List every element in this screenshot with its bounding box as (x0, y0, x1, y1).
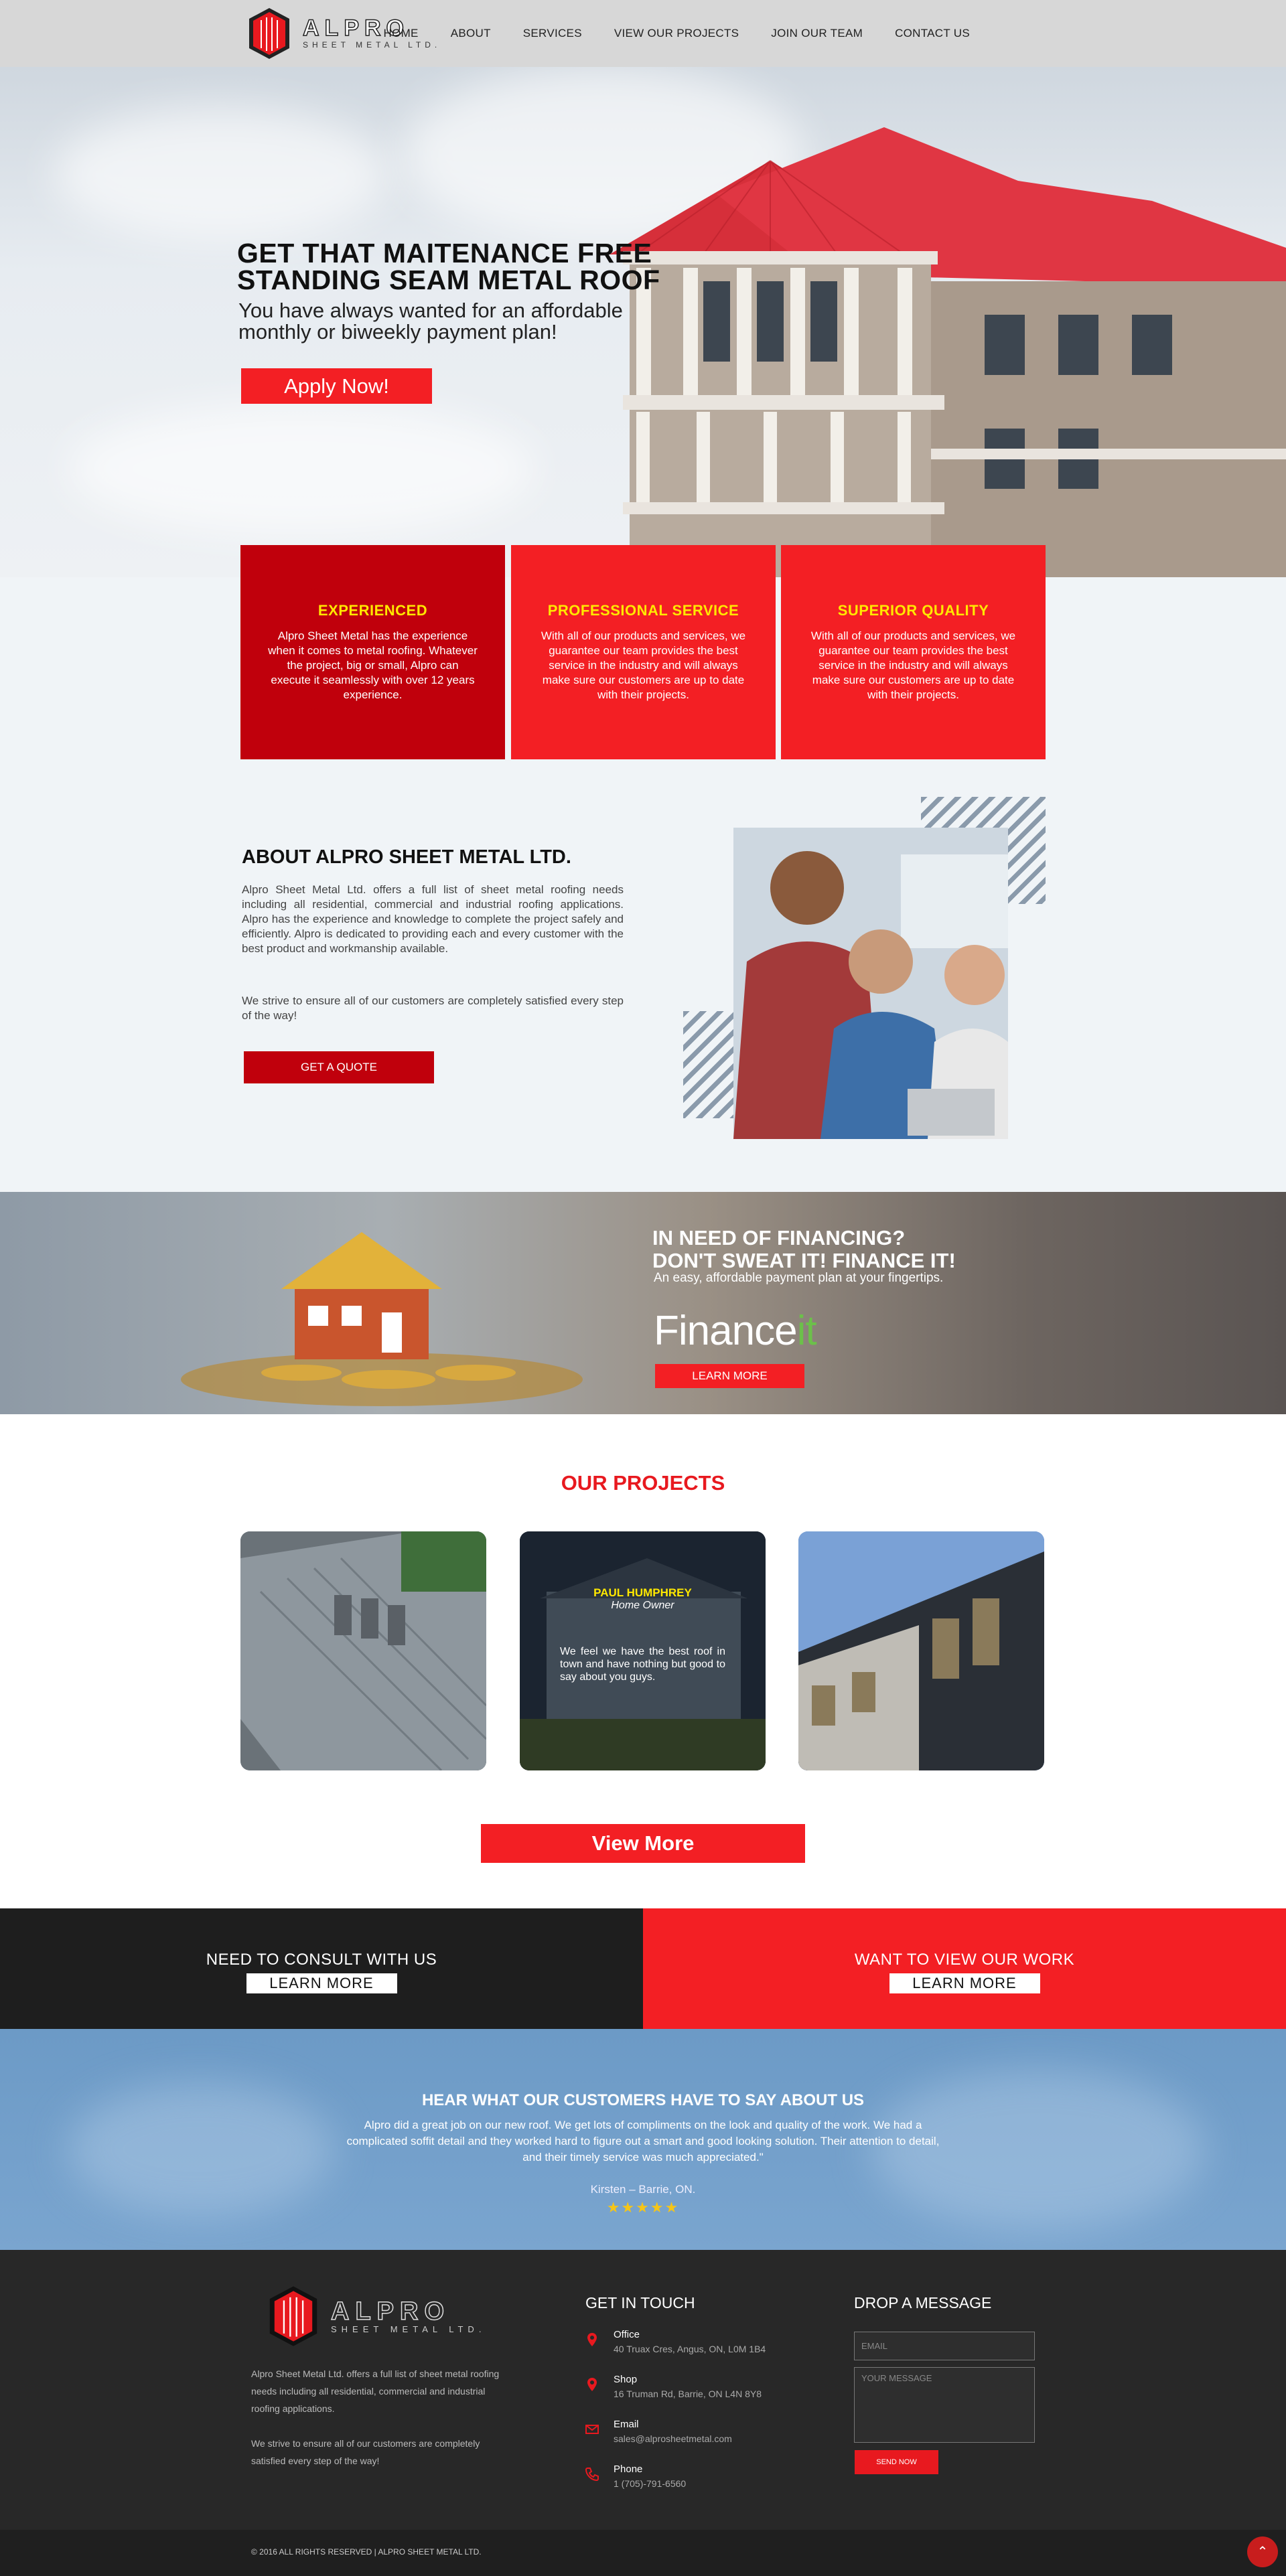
testimonial-quote: Alpro did a great job on our new roof. W… (346, 2119, 940, 2164)
feature-professional-service: PROFESSIONAL SERVICE With all of our pro… (511, 545, 776, 759)
nav-home[interactable]: HOME (384, 27, 419, 40)
projects-section: OUR PROJECTS PAUL HUMPHREY Home Owner We… (0, 1414, 1286, 1908)
main-nav: HOME ABOUT SERVICES VIEW OUR PROJECTS JO… (384, 27, 971, 40)
footer-logo-text: ALPRO (330, 2297, 450, 2326)
feature-title: PROFESSIONAL SERVICE (547, 602, 739, 619)
financing-title-line-2: DON'T SWEAT IT! FINANCE IT! (652, 1249, 956, 1272)
nav-join-team[interactable]: JOIN OUR TEAM (771, 27, 863, 40)
about-paragraph: Alpro Sheet Metal Ltd. offers a full lis… (242, 883, 624, 955)
project-card-roof[interactable] (240, 1531, 486, 1770)
about-title: ABOUT ALPRO SHEET METAL LTD. (242, 846, 571, 868)
financing-title: IN NEED OF FINANCING? DON'T SWEAT IT! FI… (652, 1227, 956, 1272)
back-to-top-button[interactable]: ⌃ (1247, 2536, 1278, 2567)
financing-title-line-1: IN NEED OF FINANCING? (652, 1226, 906, 1249)
hero-banner: GET THAT MAITENANCE FREE STANDING SEAM M… (0, 67, 1286, 577)
stripe-decoration (683, 1011, 733, 1118)
logo-subtext: SHEET METAL LTD. (303, 40, 441, 50)
contact-title: GET IN TOUCH (585, 2294, 695, 2312)
financing-subtitle: An easy, affordable payment plan at your… (654, 1271, 944, 1285)
email-address[interactable]: sales@alprosheetmetal.com (614, 2433, 732, 2444)
apply-now-button[interactable]: Apply Now! (241, 368, 432, 404)
rating-stars: ★★★★★ (606, 2199, 680, 2216)
nav-contact[interactable]: CONTACT US (895, 27, 970, 40)
financing-learn-more-button[interactable]: LEARN MORE (655, 1364, 804, 1388)
nav-services[interactable]: SERVICES (523, 27, 582, 40)
feature-text: With all of our products and services, w… (810, 629, 1016, 701)
hero-subtitle: You have always wanted for an affordable… (238, 299, 623, 344)
feature-text: Alpro Sheet Metal has the experience whe… (268, 629, 478, 701)
view-work-learn-more-button[interactable]: LEARN MORE (889, 1973, 1040, 1993)
footer-logo: ALPRO SHEET METAL LTD. (268, 2285, 486, 2348)
testimonial-author: Kirsten – Barrie, ON. (590, 2183, 696, 2196)
customer-testimonials: HEAR WHAT OUR CUSTOMERS HAVE TO SAY ABOU… (0, 2029, 1286, 2250)
get-a-quote-button[interactable]: GET A QUOTE (244, 1051, 434, 1083)
map-pin-icon (587, 2378, 597, 2391)
phone-number[interactable]: 1 (705)-791-6560 (614, 2478, 686, 2489)
testimonial-card: PAUL HUMPHREY Home Owner We feel we have… (520, 1531, 766, 1770)
logo-icon (249, 8, 289, 59)
consult-title: NEED TO CONSULT WITH US (206, 1951, 437, 1969)
team-photo (733, 828, 1008, 1139)
copyright-bar: © 2016 ALL RIGHTS RESERVED | ALPRO SHEET… (0, 2530, 1286, 2576)
shop-address: 16 Truman Rd, Barrie, ON L4N 8Y8 (614, 2389, 762, 2399)
about-paragraph-2: We strive to ensure all of our customers… (242, 994, 624, 1022)
feature-title: EXPERIENCED (317, 602, 428, 619)
testimonials-title: HEAR WHAT OUR CUSTOMERS HAVE TO SAY ABOU… (421, 2091, 865, 2109)
send-now-button[interactable]: SEND NOW (855, 2450, 938, 2474)
testimonial-name: PAUL HUMPHREY (593, 1586, 692, 1599)
message-title: DROP A MESSAGE (854, 2294, 992, 2312)
phone-label: Phone (614, 2464, 643, 2475)
office-address: 40 Truax Cres, Angus, ON, L0M 1B4 (614, 2344, 766, 2354)
consult-learn-more-button[interactable]: LEARN MORE (246, 1973, 397, 1993)
house-image (610, 127, 1286, 577)
financing-banner: IN NEED OF FINANCING? DON'T SWEAT IT! FI… (0, 1192, 1286, 1414)
email-field[interactable]: EMAIL (854, 2332, 1035, 2360)
map-pin-icon (587, 2333, 597, 2346)
copyright-text: © 2016 ALL RIGHTS RESERVED | ALPRO SHEET… (251, 2547, 482, 2557)
phone-icon (585, 2468, 599, 2482)
consult-panel: NEED TO CONSULT WITH US LEARN MORE (0, 1908, 643, 2029)
envelope-icon (585, 2425, 599, 2434)
testimonial-text: We feel we have the best roof in town an… (560, 1646, 725, 1683)
projects-title: OUR PROJECTS (561, 1471, 725, 1495)
feature-title: SUPERIOR QUALITY (837, 602, 989, 619)
shop-label: Shop (614, 2374, 638, 2385)
financeit-logo: Financeit (654, 1308, 817, 1354)
email-label: Email (614, 2419, 639, 2430)
footer-logo-subtext: SHEET METAL LTD. (331, 2324, 486, 2334)
project-card-siding[interactable] (798, 1531, 1044, 1770)
feature-superior-quality: SUPERIOR QUALITY With all of our product… (781, 545, 1046, 759)
view-work-panel: WANT TO VIEW OUR WORK LEARN MORE (643, 1908, 1286, 2029)
nav-about[interactable]: ABOUT (451, 27, 491, 40)
office-label: Office (614, 2329, 640, 2340)
site-header: ALPRO SHEET METAL LTD. HOME ABOUT SERVIC… (0, 0, 1286, 67)
chevron-up-icon: ⌃ (1257, 2545, 1269, 2559)
view-more-button[interactable]: View More (481, 1824, 805, 1863)
feature-text: With all of our products and services, w… (541, 629, 746, 701)
testimonial-role: Home Owner (611, 1600, 674, 1611)
house-coins-image (181, 1232, 583, 1406)
feature-experienced: EXPERIENCED Alpro Sheet Metal has the ex… (240, 545, 505, 759)
view-work-title: WANT TO VIEW OUR WORK (854, 1951, 1075, 1969)
site-footer: ALPRO SHEET METAL LTD. Alpro Sheet Metal… (0, 2250, 1286, 2530)
footer-description-2: We strive to ensure all of our customers… (251, 2438, 480, 2466)
nav-projects[interactable]: VIEW OUR PROJECTS (614, 27, 739, 40)
hero-title: GET THAT MAITENANCE FREE STANDING SEAM M… (237, 238, 660, 295)
message-field[interactable]: YOUR MESSAGE (854, 2367, 1035, 2443)
footer-description: Alpro Sheet Metal Ltd. offers a full lis… (251, 2368, 500, 2414)
logo-icon (269, 2286, 317, 2346)
